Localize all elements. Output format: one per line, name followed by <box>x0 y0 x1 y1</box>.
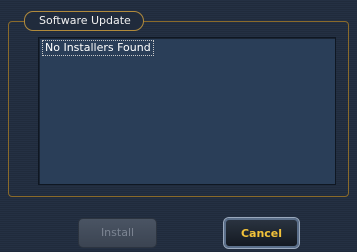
installers-list[interactable]: No Installers Found <box>38 37 336 185</box>
software-update-dialog: Software Update No Installers Found Inst… <box>0 0 357 252</box>
cancel-button[interactable]: Cancel <box>224 218 299 248</box>
group-title: Software Update <box>24 11 144 31</box>
list-item[interactable]: No Installers Found <box>42 40 154 56</box>
install-button[interactable]: Install <box>78 218 157 248</box>
